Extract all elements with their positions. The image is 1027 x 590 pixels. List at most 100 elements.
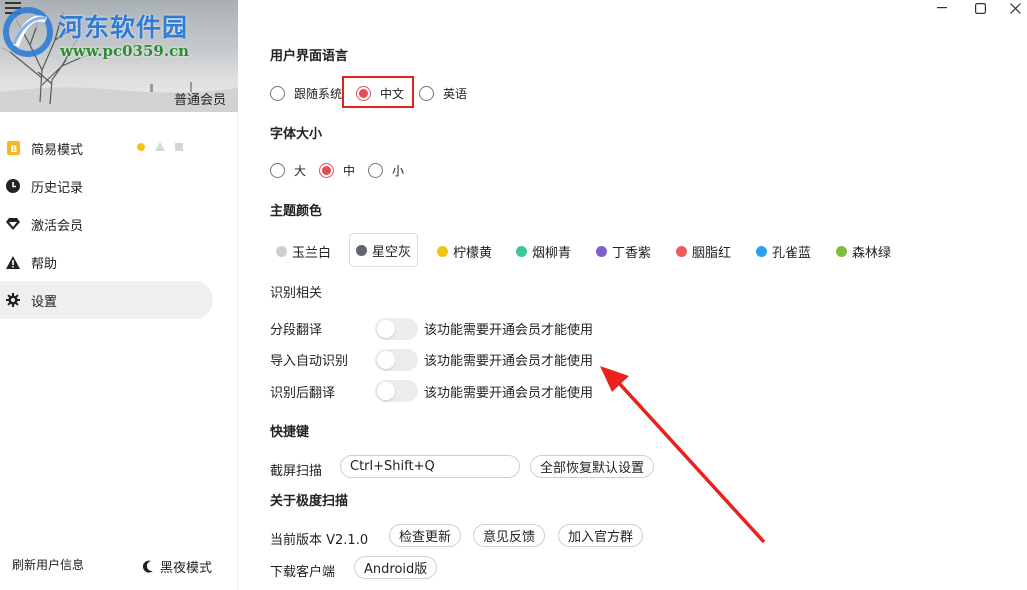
maximize-button[interactable] xyxy=(971,0,989,16)
color-swatch-icon xyxy=(276,246,287,257)
theme-label: 孔雀蓝 xyxy=(772,246,812,261)
theme-label: 柠檬黄 xyxy=(453,246,493,261)
reset-defaults-button[interactable]: 全部恢复默认设置 xyxy=(530,455,655,478)
shortcuts-section-title: 快捷键 xyxy=(270,425,310,440)
theme-label: 星空灰 xyxy=(372,244,412,260)
radio-label: 小 xyxy=(392,164,405,178)
sidebar-item-activate[interactable]: 激活会员 xyxy=(0,205,238,243)
circle-indicator-icon xyxy=(137,142,145,151)
watermark-title: 河东软件园 xyxy=(58,13,189,42)
feedback-button[interactable]: 意见反馈 xyxy=(473,524,546,547)
color-swatch-icon xyxy=(756,246,767,257)
screenshot-shortcut-input[interactable]: Ctrl+Shift+Q xyxy=(340,455,520,478)
sidebar-nav: B 简易模式 历史记录 激活会员 帮助 设置 xyxy=(0,129,238,319)
triangle-indicator-icon xyxy=(155,142,165,151)
font-size-option-small[interactable]: 小 xyxy=(368,162,404,179)
mode-icon: B xyxy=(6,141,20,155)
theme-label: 丁香紫 xyxy=(612,246,652,261)
sidebar-item-history[interactable]: 历史记录 xyxy=(0,167,238,205)
recognition-section-title: 识别相关 xyxy=(270,286,323,301)
maximize-icon xyxy=(974,2,986,14)
mode-indicators xyxy=(137,142,183,151)
radio-label: 跟随系统 xyxy=(294,87,343,101)
language-option-chinese[interactable]: 中文 xyxy=(356,85,404,102)
warning-icon xyxy=(6,255,20,269)
minimize-icon xyxy=(937,7,947,9)
theme-label: 森林绿 xyxy=(852,246,892,261)
color-swatch-icon xyxy=(356,244,367,256)
theme-option-magnolia-white[interactable]: 玉兰白 xyxy=(276,242,331,261)
dark-mode-label: 黑夜模式 xyxy=(160,561,213,576)
sidebar-item-help[interactable]: 帮助 xyxy=(0,243,238,281)
sidebar-item-label: 历史记录 xyxy=(31,180,84,196)
auto-recognize-toggle[interactable] xyxy=(375,349,418,371)
minimize-button[interactable] xyxy=(933,0,951,16)
segment-translate-label: 分段翻译 xyxy=(270,323,323,338)
theme-option-lemon-yellow[interactable]: 柠檬黄 xyxy=(437,242,492,261)
radio-icon xyxy=(419,86,434,101)
theme-label: 胭脂红 xyxy=(692,246,732,261)
join-group-button[interactable]: 加入官方群 xyxy=(558,524,644,547)
color-swatch-icon xyxy=(596,246,607,257)
android-download-button[interactable]: Android版 xyxy=(354,556,438,579)
square-indicator-icon xyxy=(175,142,183,151)
sidebar-item-label: 激活会员 xyxy=(31,218,84,234)
gear-icon xyxy=(6,293,20,307)
sidebar: 河东软件园 www.pc0359.cn 普通会员 B 简易模式 历史记录 激活会… xyxy=(0,0,238,590)
dark-mode-toggle[interactable]: 黑夜模式 xyxy=(142,557,212,576)
color-swatch-icon xyxy=(437,246,448,257)
radio-checked-icon xyxy=(319,163,334,178)
radio-label: 中文 xyxy=(380,87,405,101)
segment-translate-note: 该功能需要开通会员才能使用 xyxy=(424,323,594,338)
theme-option-rouge-red[interactable]: 胭脂红 xyxy=(676,242,731,261)
theme-option-lilac-purple[interactable]: 丁香紫 xyxy=(596,242,651,261)
translate-after-recognize-note: 该功能需要开通会员才能使用 xyxy=(424,386,594,401)
segment-translate-toggle[interactable] xyxy=(375,318,418,340)
translate-after-recognize-label: 识别后翻译 xyxy=(270,386,336,401)
theme-option-forest-green[interactable]: 森林绿 xyxy=(836,242,891,261)
watermark-url: www.pc0359.cn xyxy=(60,42,190,60)
sidebar-item-settings[interactable]: 设置 xyxy=(0,281,213,319)
sidebar-item-simple-mode[interactable]: B 简易模式 xyxy=(0,129,238,167)
sidebar-item-label: 帮助 xyxy=(31,256,58,272)
radio-label: 英语 xyxy=(443,87,468,101)
font-size-section-title: 字体大小 xyxy=(270,127,323,142)
sidebar-item-label: 设置 xyxy=(31,294,58,310)
svg-text:B: B xyxy=(10,145,17,155)
clock-icon xyxy=(6,179,20,193)
language-option-follow-system[interactable]: 跟随系统 xyxy=(270,85,342,102)
download-client-label: 下载客户端 xyxy=(270,565,336,580)
font-size-option-medium[interactable]: 中 xyxy=(319,162,355,179)
font-size-option-large[interactable]: 大 xyxy=(270,162,306,179)
radio-icon xyxy=(270,163,285,178)
screenshot-shortcut-label: 截屏扫描 xyxy=(270,464,323,479)
radio-label: 中 xyxy=(343,164,356,178)
close-icon xyxy=(1009,2,1021,14)
theme-option-willow-green[interactable]: 烟柳青 xyxy=(516,242,571,261)
radio-checked-icon xyxy=(356,86,371,101)
color-swatch-icon xyxy=(676,246,687,257)
profile-banner: 河东软件园 www.pc0359.cn 普通会员 xyxy=(0,0,238,112)
about-section-title: 关于极度扫描 xyxy=(270,494,349,509)
refresh-user-info-link[interactable]: 刷新用户信息 xyxy=(12,556,84,573)
diamond-icon xyxy=(6,217,20,231)
theme-option-peacock-blue[interactable]: 孔雀蓝 xyxy=(756,242,811,261)
radio-icon xyxy=(270,86,285,101)
current-version-label: 当前版本 V2.1.0 xyxy=(270,533,369,548)
theme-option-starry-gray[interactable]: 星空灰 xyxy=(349,233,419,267)
member-level: 普通会员 xyxy=(173,93,226,108)
color-swatch-icon xyxy=(836,246,847,257)
radio-icon xyxy=(368,163,383,178)
language-section-title: 用户界面语言 xyxy=(270,49,349,64)
theme-label: 玉兰白 xyxy=(292,246,332,261)
theme-section-title: 主题颜色 xyxy=(270,204,323,219)
auto-recognize-note: 该功能需要开通会员才能使用 xyxy=(424,354,594,369)
close-button[interactable] xyxy=(1006,0,1024,16)
translate-after-recognize-toggle[interactable] xyxy=(375,380,418,402)
radio-label: 大 xyxy=(294,164,307,178)
check-update-button[interactable]: 检查更新 xyxy=(389,524,462,547)
language-option-english[interactable]: 英语 xyxy=(419,85,467,102)
theme-label: 烟柳青 xyxy=(532,246,572,261)
auto-recognize-label: 导入自动识别 xyxy=(270,354,349,369)
sidebar-item-label: 简易模式 xyxy=(31,142,84,158)
